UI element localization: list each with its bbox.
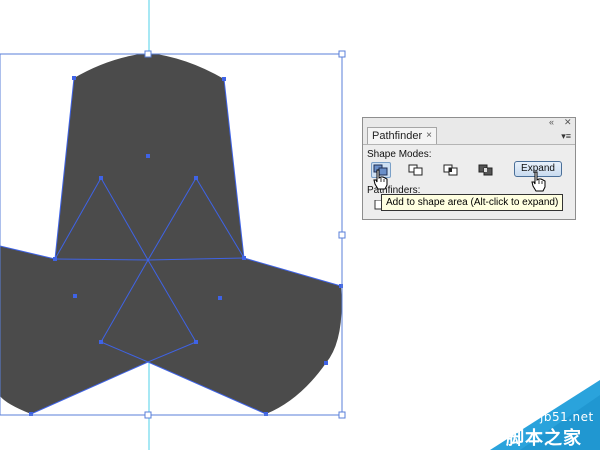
exclude-shape-icon xyxy=(478,164,493,176)
resize-handle-top[interactable] xyxy=(144,50,152,58)
resize-handle-top-right[interactable] xyxy=(338,50,346,58)
tab-pathfinder[interactable]: Pathfinder × xyxy=(367,127,437,144)
tab-label: Pathfinder xyxy=(372,130,423,142)
watermark-site: jb51.net xyxy=(540,410,594,424)
collapse-panel-button[interactable]: « xyxy=(549,118,554,127)
close-panel-button[interactable]: ✕ xyxy=(564,118,572,127)
watermark-name: 脚本之家 xyxy=(506,428,582,449)
subtract-shape-icon xyxy=(408,164,423,176)
artboard-canvas[interactable] xyxy=(0,0,600,450)
intersect-shape-areas-button[interactable] xyxy=(441,162,461,178)
panel-menu-icon[interactable]: ▾≡ xyxy=(561,132,571,141)
subtract-from-shape-area-button[interactable] xyxy=(406,162,426,178)
exclude-overlapping-shape-areas-button[interactable] xyxy=(476,162,496,178)
tab-close-icon[interactable]: × xyxy=(426,128,432,144)
resize-handle-bottom-right[interactable] xyxy=(338,411,346,419)
resize-handle-bottom[interactable] xyxy=(144,411,152,419)
merged-shape[interactable] xyxy=(0,53,342,414)
resize-handle-right[interactable] xyxy=(338,231,346,239)
shape-modes-label: Shape Modes: xyxy=(367,149,432,160)
hand-cursor-icon-expand xyxy=(531,171,546,192)
tooltip: Add to shape area (Alt-click to expand) xyxy=(381,194,564,211)
hand-cursor-icon xyxy=(373,169,388,190)
intersect-shape-icon xyxy=(443,164,458,176)
